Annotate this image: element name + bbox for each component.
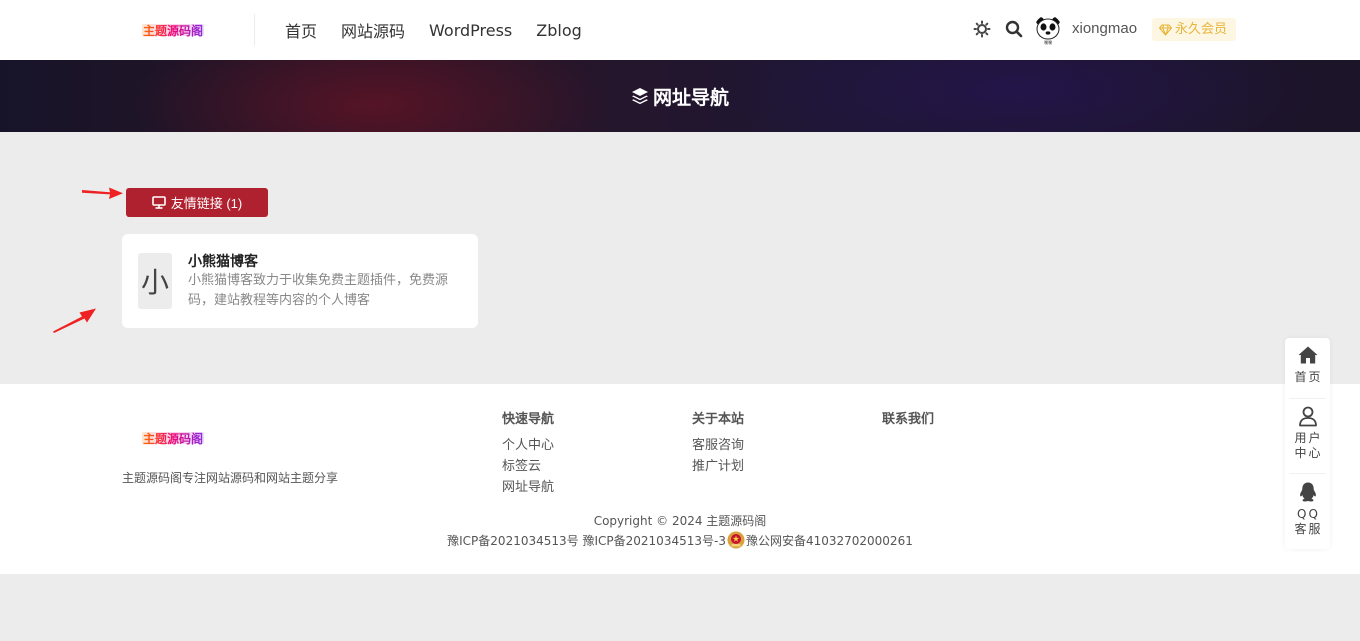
home-icon	[1298, 346, 1317, 364]
page-title: 网址导航	[631, 83, 729, 110]
link-card[interactable]: 小 小熊猫博客 小熊猫博客致力于收集免费主题插件，免费源码，建站教程等内容的个人…	[122, 234, 478, 328]
username[interactable]: xiongmao	[1072, 20, 1137, 37]
nav-zblog[interactable]: Zblog	[536, 21, 582, 40]
sidebar-item-home[interactable]: 首页	[1285, 344, 1330, 385]
footer-logo[interactable]: 主题源码阁	[142, 430, 204, 446]
sidebar-item-label: 首页	[1294, 370, 1323, 384]
svg-text:主题源码阁: 主题源码阁	[143, 23, 203, 38]
panda-avatar-icon[interactable]: 嘿嘿	[1034, 15, 1062, 45]
side-toolbar: 首页 用户中心 QQ客服	[1285, 338, 1330, 549]
svg-text:嘿嘿: 嘿嘿	[1044, 40, 1052, 45]
site-logo[interactable]: 主题源码阁	[142, 21, 204, 39]
footer-column-quick-nav: 快速导航 个人中心 标签云 网址导航	[502, 408, 554, 498]
qq-icon	[1299, 482, 1316, 502]
footer-link-user-center[interactable]: 个人中心	[502, 435, 554, 456]
sidebar-divider	[1289, 473, 1326, 474]
sidebar-item-label: QQ客服	[1294, 507, 1323, 536]
sidebar-item-label: 用户中心	[1294, 431, 1323, 460]
footer-column-title: 联系我们	[882, 412, 935, 427]
footer-link-affiliate[interactable]: 推广计划	[692, 456, 744, 477]
header-divider	[254, 14, 255, 46]
nav-wordpress[interactable]: WordPress	[429, 21, 512, 40]
card-description: 小熊猫博客致力于收集免费主题插件，免费源码，建站教程等内容的个人博客	[188, 273, 449, 308]
sidebar-divider	[1289, 398, 1326, 399]
search-icon[interactable]	[1005, 20, 1023, 38]
footer-column-title: 快速导航	[502, 412, 555, 427]
nav-source-code[interactable]: 网站源码	[341, 18, 405, 42]
footer-link-customer-service[interactable]: 客服咨询	[692, 435, 744, 456]
pointer-arrow-icon	[53, 308, 96, 333]
top-header: 主题源码阁 首页 网站源码 WordPress Zblog 嘿嘿 xiongma…	[0, 0, 1360, 60]
vip-label: 永久会员	[1175, 22, 1228, 37]
main-nav: 首页 网站源码 WordPress Zblog	[285, 0, 582, 60]
icp-link[interactable]: 豫ICP备2021034513号	[447, 532, 579, 549]
footer-column-about: 关于本站 客服咨询 推广计划	[692, 408, 744, 477]
footer-column-contact: 联系我们	[882, 408, 934, 435]
sidebar-item-qq[interactable]: QQ客服	[1285, 481, 1330, 537]
monitor-icon	[151, 196, 166, 209]
vip-badge[interactable]: 永久会员	[1152, 18, 1237, 41]
police-record-link[interactable]: 豫公网安备41032702000261	[746, 532, 913, 549]
police-badge-icon	[727, 531, 745, 549]
sun-icon[interactable]	[973, 20, 991, 38]
footer-description: 主题源码阁专注网站源码和网站主题分享	[122, 471, 339, 485]
footer-column-title: 关于本站	[692, 412, 745, 427]
layers-icon	[631, 88, 648, 105]
diamond-icon	[1159, 23, 1172, 36]
site-footer: 主题源码阁 主题源码阁专注网站源码和网站主题分享 快速导航 个人中心 标签云 网…	[0, 384, 1360, 574]
friend-links-button[interactable]: 友情链接 (1)	[126, 188, 268, 217]
svg-text:主题源码阁: 主题源码阁	[143, 431, 203, 446]
sidebar-item-user-center[interactable]: 用户中心	[1285, 405, 1330, 461]
footer-link-site-nav[interactable]: 网址导航	[502, 477, 554, 498]
copyright-text: Copyright © 2024 主题源码阁	[593, 514, 767, 528]
card-title[interactable]: 小熊猫博客	[188, 251, 258, 271]
icp-link-2[interactable]: 豫ICP备2021034513号-3	[582, 532, 725, 549]
friend-links-label: 友情链接 (1)	[170, 196, 243, 211]
card-thumbnail: 小	[138, 253, 172, 309]
page-banner: 网址导航	[0, 60, 1360, 132]
nav-home[interactable]: 首页	[285, 18, 317, 42]
icp-row: 豫ICP备2021034513号 豫ICP备2021034513号-3 豫公网安…	[0, 531, 1360, 549]
page-title-text: 网址导航	[652, 86, 729, 109]
footer-link-tag-cloud[interactable]: 标签云	[502, 456, 554, 477]
pointer-arrow-icon	[82, 187, 123, 199]
user-icon	[1298, 406, 1317, 427]
